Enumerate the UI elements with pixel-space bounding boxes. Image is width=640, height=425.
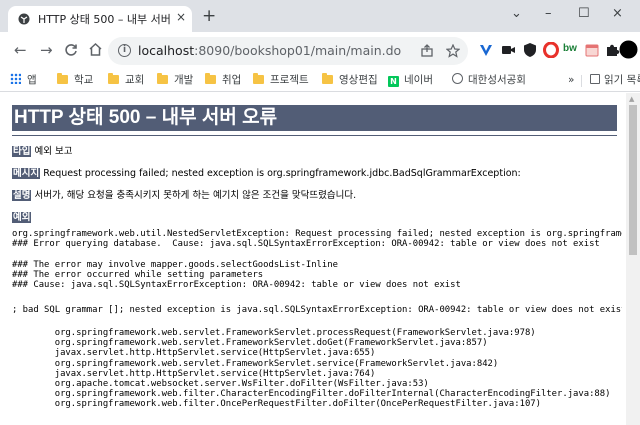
type-value: 예외 보고 [34, 146, 73, 157]
error-message-row: 메시지 Request processing failed; nested exc… [12, 165, 521, 179]
url-text: localhost:8090/bookshop01/main/main.do [138, 43, 402, 58]
maximize-button[interactable]: ☐ [578, 6, 590, 21]
stack-trace-block: ; bad SQL grammar []; nested exception i… [12, 305, 622, 315]
share-icon[interactable] [420, 44, 434, 58]
profile-icon[interactable] [619, 40, 638, 59]
site-info-icon[interactable]: i [118, 44, 131, 57]
scrollbar-thumb[interactable] [629, 105, 637, 255]
tab-search-chevron-icon[interactable]: ⌄ [511, 6, 522, 21]
bookmark-folder[interactable]: 영상편집 [322, 73, 378, 88]
bookmarks-overflow-button[interactable]: » [568, 73, 574, 88]
description-label: 설명 [12, 190, 32, 201]
reload-icon[interactable] [64, 43, 78, 57]
type-label: 타입 [12, 146, 32, 157]
close-window-button[interactable]: × [612, 6, 623, 21]
address-bar[interactable]: i localhost:8090/bookshop01/main/main.do [108, 37, 468, 65]
divider [12, 135, 617, 136]
scroll-up-arrow-icon[interactable]: ▲ [629, 95, 634, 103]
minimize-button[interactable]: – [545, 6, 552, 21]
tab-close-icon[interactable]: × [176, 10, 186, 24]
stack-trace-block: org.springframework.web.util.NestedServl… [12, 229, 622, 250]
puzzle-extension-icon[interactable] [604, 42, 620, 58]
reading-list-button[interactable]: 읽기 목록 [590, 73, 640, 88]
forward-button[interactable]: → [40, 41, 53, 59]
apps-icon [10, 73, 21, 84]
bookmark-apps[interactable]: 앱 [10, 73, 37, 88]
shield-extension-icon[interactable] [522, 42, 538, 58]
camera-extension-icon[interactable] [500, 42, 516, 58]
folder-icon [57, 73, 68, 84]
stack-trace-block: org.springframework.web.servlet.Framewor… [54, 328, 611, 410]
description-value: 서버가, 해당 요청을 충족시키지 못하게 하는 예기치 않은 조건을 맞닥뜨렸… [34, 190, 357, 201]
opera-extension-icon[interactable] [543, 42, 559, 58]
folder-icon [108, 73, 119, 84]
star-icon[interactable] [446, 44, 460, 58]
exception-row: 예외 [12, 209, 34, 223]
stack-trace-block: ### The error may involve mapper.goods.s… [12, 260, 461, 291]
naver-icon: N [388, 76, 399, 87]
bookmark-naver[interactable]: N 네이버 [388, 73, 433, 88]
browser-tab[interactable]: HTTP 상태 500 – 내부 서버 오류 × [8, 6, 192, 32]
exception-label: 예외 [12, 212, 32, 223]
bookmark-folder[interactable]: 취업 [205, 73, 241, 88]
bookmark-folder[interactable]: 학교 [57, 73, 93, 88]
error-type-row: 타입 예외 보고 [12, 143, 72, 157]
bookmark-bible-society[interactable]: 대한성서공회 [452, 73, 526, 88]
page-content: HTTP 상태 500 – 내부 서버 오류 타입 예외 보고 메시지 Reques… [0, 93, 626, 425]
browser-toolbar: ← → i localhost:8090/bookshop01/main/mai… [0, 32, 640, 70]
vertical-scrollbar[interactable]: ▲ [626, 93, 640, 425]
calendar-extension-icon[interactable] [584, 42, 600, 58]
home-icon[interactable] [88, 42, 103, 57]
bookmarks-divider [581, 75, 582, 87]
globe-icon [18, 13, 30, 25]
bookmark-folder[interactable]: 교회 [108, 73, 144, 88]
message-value: Request processing failed; nested except… [43, 168, 521, 179]
folder-icon [253, 73, 264, 84]
new-tab-button[interactable]: + [202, 6, 216, 26]
reading-list-icon [590, 74, 600, 84]
folder-icon [322, 73, 333, 84]
page-title: HTTP 상태 500 – 내부 서버 오류 [12, 105, 617, 131]
error-description-row: 설명 서버가, 해당 요청을 충족시키지 못하게 하는 예기치 않은 조건을 맞닥… [12, 187, 356, 201]
bookmark-folder[interactable]: 개발 [157, 73, 193, 88]
tab-strip: HTTP 상태 500 – 내부 서버 오류 × + ⌄ – ☐ × [0, 0, 640, 32]
bookmark-folder[interactable]: 프로젝트 [253, 73, 309, 88]
folder-icon [205, 73, 216, 84]
tab-title: HTTP 상태 500 – 내부 서버 오류 [38, 13, 170, 26]
v-extension-icon[interactable] [478, 42, 494, 58]
message-label: 메시지 [12, 168, 41, 179]
bookmarks-bar: 앱 학교 교회 개발 취업 프로젝트 영상편집 N 네이버 대한성서공회 » 읽기… [0, 70, 640, 92]
folder-icon [157, 73, 168, 84]
back-button[interactable]: ← [14, 41, 27, 59]
globe-icon [452, 73, 463, 84]
bw-extension-icon[interactable]: bw [563, 43, 579, 59]
